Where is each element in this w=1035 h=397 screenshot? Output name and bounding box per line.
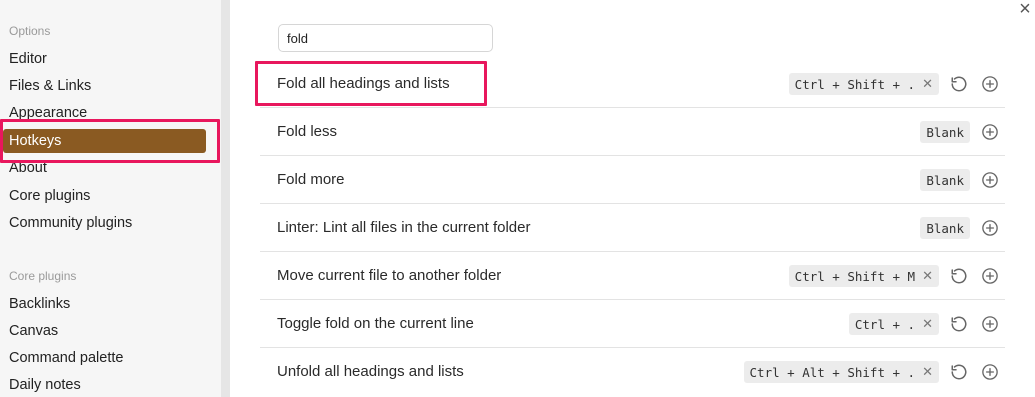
hotkey-blank-chip: Blank (920, 217, 970, 239)
hotkey-row: Linter: Lint all files in the current fo… (260, 204, 1005, 252)
hotkey-command-name: Unfold all headings and lists (277, 363, 464, 380)
sidebar-item-hotkeys[interactable]: Hotkeys (3, 129, 206, 153)
hotkey-row: Toggle fold on the current line Ctrl + .… (260, 300, 1005, 348)
hotkey-chip-label: Ctrl + Shift + M (794, 268, 916, 284)
close-icon[interactable]: × (1016, 0, 1034, 20)
remove-hotkey-icon[interactable]: ✕ (922, 269, 933, 284)
sidebar-item-canvas[interactable]: Canvas (9, 319, 58, 343)
add-hotkey-icon[interactable] (979, 361, 1001, 383)
sidebar-item-appearance[interactable]: Appearance (9, 101, 87, 125)
hotkey-chip[interactable]: Ctrl + Shift + M ✕ (788, 265, 939, 287)
hotkey-row: Fold more Blank (260, 156, 1005, 204)
add-hotkey-icon[interactable] (979, 217, 1001, 239)
hotkey-command-name: Move current file to another folder (277, 267, 502, 284)
hotkey-command-name: Fold less (277, 123, 338, 140)
add-hotkey-icon[interactable] (979, 73, 1001, 95)
sidebar-item-backlinks[interactable]: Backlinks (9, 292, 70, 316)
hotkey-row: Unfold all headings and lists Ctrl + Alt… (260, 348, 1005, 396)
hotkey-chip-label: Ctrl + Shift + . (794, 76, 916, 92)
hotkey-command-name: Linter: Lint all files in the current fo… (277, 219, 531, 236)
reset-icon[interactable] (948, 265, 970, 287)
hotkey-row: Fold less Blank (260, 108, 1005, 156)
sidebar-section-title-core-plugins: Core plugins (9, 269, 77, 283)
hotkey-row: Move current file to another folder Ctrl… (260, 252, 1005, 300)
hotkey-search-input[interactable] (278, 24, 493, 52)
sidebar-item-command-palette[interactable]: Command palette (9, 346, 123, 370)
hotkey-blank-chip: Blank (920, 169, 970, 191)
sidebar-divider (221, 0, 230, 397)
hotkey-chip[interactable]: Ctrl + Alt + Shift + . ✕ (743, 361, 939, 383)
hotkey-blank-chip: Blank (920, 121, 970, 143)
hotkey-chip-label: Ctrl + Alt + Shift + . (749, 364, 916, 380)
sidebar-item-daily-notes[interactable]: Daily notes (9, 373, 81, 397)
reset-icon[interactable] (948, 361, 970, 383)
add-hotkey-icon[interactable] (979, 121, 1001, 143)
remove-hotkey-icon[interactable]: ✕ (922, 77, 933, 92)
sidebar-section-title-options: Options (9, 24, 51, 38)
add-hotkey-icon[interactable] (979, 169, 1001, 191)
sidebar-item-community-plugins[interactable]: Community plugins (9, 211, 132, 235)
sidebar-item-about[interactable]: About (9, 156, 47, 180)
reset-icon[interactable] (948, 313, 970, 335)
add-hotkey-icon[interactable] (979, 313, 1001, 335)
hotkey-chip[interactable]: Ctrl + Shift + . ✕ (788, 73, 939, 95)
sidebar-item-editor[interactable]: Editor (9, 47, 47, 71)
add-hotkey-icon[interactable] (979, 265, 1001, 287)
hotkey-command-name: Fold all headings and lists (277, 75, 450, 92)
hotkey-command-name: Fold more (277, 171, 345, 188)
hotkey-command-name: Toggle fold on the current line (277, 315, 474, 332)
hotkey-chip[interactable]: Ctrl + . ✕ (848, 313, 939, 335)
sidebar-item-core-plugins[interactable]: Core plugins (9, 184, 90, 208)
remove-hotkey-icon[interactable]: ✕ (922, 317, 933, 332)
remove-hotkey-icon[interactable]: ✕ (922, 365, 933, 380)
sidebar-item-files-links[interactable]: Files & Links (9, 74, 91, 98)
settings-sidebar: Options Editor Files & Links Appearance … (0, 0, 221, 397)
hotkey-chip-label: Ctrl + . (854, 316, 916, 332)
reset-icon[interactable] (948, 73, 970, 95)
hotkey-row: Fold all headings and lists Ctrl + Shift… (260, 60, 1005, 108)
